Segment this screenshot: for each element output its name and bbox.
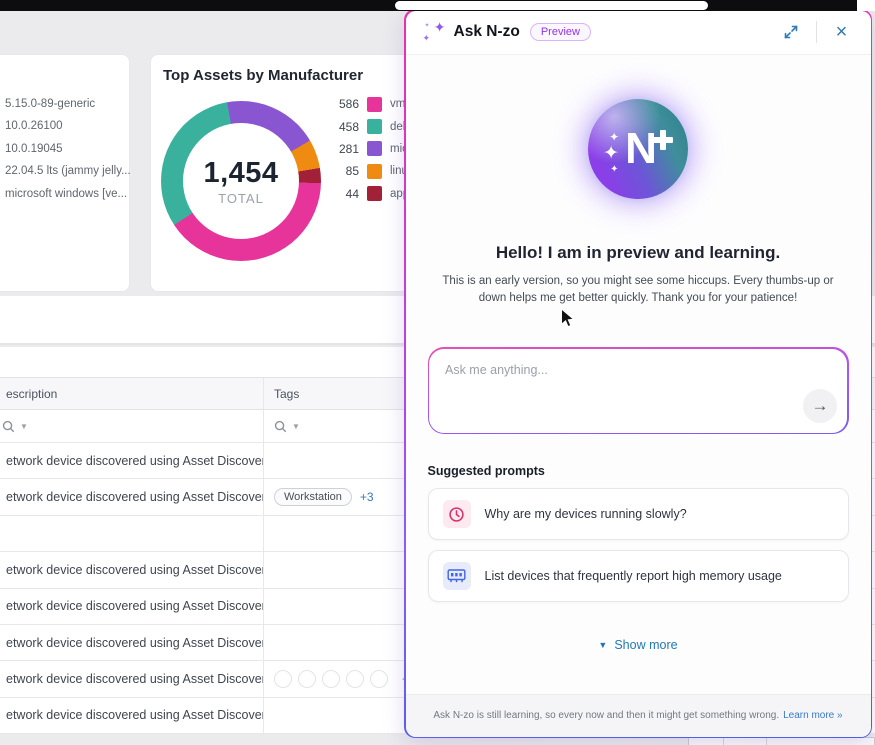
legend-swatch xyxy=(367,163,382,179)
legend-swatch xyxy=(367,141,382,157)
chart-legend: 586 vmw 458 dell i 281 micr 85 linux 44 … xyxy=(331,93,414,205)
footer-disclaimer: Ask N-zo is still learning, so every now… xyxy=(433,710,780,721)
panel-footer: Ask N-zo is still learning, so every now… xyxy=(405,693,871,737)
os-list-item: 22.04.5 lts (jammy jelly... xyxy=(5,165,131,178)
panel-header: ✦ ✦ ✦ Ask N-zo Preview × xyxy=(405,10,871,55)
legend-value: 281 xyxy=(338,141,359,156)
ask-input[interactable] xyxy=(429,348,847,433)
donut-total-label: TOTAL xyxy=(218,190,264,206)
mouse-cursor xyxy=(561,308,575,328)
ask-nzo-panel: ✦ ✦ ✦ Ask N-zo Preview × ✦ ✦ ✦ N Hello! … xyxy=(404,9,872,738)
close-button[interactable]: × xyxy=(829,19,855,45)
legend-row[interactable]: 586 vmw xyxy=(331,93,414,115)
suggested-prompts-label: Suggested prompts xyxy=(427,464,545,478)
os-list-card: 5.15.0-89-generic 10.0.26100 10.0.19045 22.… xyxy=(0,54,131,292)
prompt-text: List devices that frequently report high… xyxy=(484,569,782,583)
chevron-down-icon: ▼ xyxy=(20,421,28,431)
tag-circle xyxy=(274,670,292,689)
os-list-item: 10.0.26100 xyxy=(5,120,63,133)
chevron-down-icon: ▼ xyxy=(598,640,608,650)
arrow-right-icon: → xyxy=(811,395,829,415)
close-icon: × xyxy=(835,21,848,43)
description-cell: etwork device discovered using Asset Dis… xyxy=(6,599,263,614)
legend-value: 44 xyxy=(345,186,359,201)
chart-title: Top Assets by Manufacturer xyxy=(163,67,364,84)
legend-swatch xyxy=(367,96,382,112)
nzo-logo: ✦ ✦ ✦ N xyxy=(603,126,673,174)
tag-pill[interactable]: Workstation xyxy=(274,488,352,507)
legend-value: 586 xyxy=(338,97,359,112)
topbar xyxy=(0,0,875,11)
ask-input-container: → xyxy=(427,347,849,434)
os-list-item: microsoft windows [ve... xyxy=(5,187,128,200)
panel-body: ✦ ✦ ✦ N Hello! I am in preview and learnin… xyxy=(406,98,871,652)
legend-row[interactable]: 44 appl xyxy=(331,183,414,205)
description-cell: etwork device discovered using Asset Dis… xyxy=(6,490,263,505)
description-cell: etwork device discovered using Asset Dis… xyxy=(6,708,263,723)
prompt-card-slow-devices[interactable]: Why are my devices running slowly? xyxy=(427,488,849,540)
tag-circle xyxy=(322,670,340,689)
search-icon xyxy=(274,420,287,432)
learn-more-link[interactable]: Learn more » xyxy=(783,710,842,721)
description-cell: etwork device discovered using Asset Dis… xyxy=(6,672,263,687)
greeting-heading: Hello! I am in preview and learning. xyxy=(495,242,781,262)
tag-more-count[interactable]: +3 xyxy=(360,490,374,504)
header-divider xyxy=(815,21,817,43)
topbar-scrubber[interactable] xyxy=(395,1,708,10)
search-icon xyxy=(2,420,15,432)
preview-badge: Preview xyxy=(529,23,591,41)
chevron-down-icon: ▼ xyxy=(292,421,300,431)
tag-circle xyxy=(298,670,316,689)
topbar-right-fragment xyxy=(857,0,875,11)
screen: 5.15.0-89-generic 10.0.26100 10.0.19045 22.… xyxy=(0,0,875,745)
prompt-card-memory-usage[interactable]: List devices that frequently report high… xyxy=(427,550,849,602)
os-list-item: 10.0.19045 xyxy=(5,142,63,155)
legend-row[interactable]: 85 linux xyxy=(331,160,414,182)
send-button[interactable]: → xyxy=(803,388,837,423)
show-more-label: Show more xyxy=(614,638,678,652)
plus-icon xyxy=(652,129,673,150)
page-number-input[interactable]: 1 xyxy=(723,738,767,745)
prompt-text: Why are my devices running slowly? xyxy=(484,507,687,521)
legend-swatch xyxy=(367,119,382,135)
description-cell: etwork device discovered using Asset Dis… xyxy=(6,453,263,468)
expand-button[interactable] xyxy=(778,19,804,45)
legend-row[interactable]: 458 dell i xyxy=(331,115,414,137)
expand-icon xyxy=(784,25,797,39)
donut-center: 1,454 TOTAL xyxy=(183,123,299,239)
memory-icon xyxy=(442,562,471,590)
clock-icon xyxy=(442,500,471,528)
legend-value: 458 xyxy=(338,119,359,134)
donut-chart[interactable]: 1,454 TOTAL xyxy=(161,101,321,261)
os-list-item: 5.15.0-89-generic xyxy=(5,98,96,110)
description-filter[interactable]: ▼ xyxy=(0,410,263,442)
nzo-avatar: ✦ ✦ ✦ N xyxy=(588,98,688,199)
panel-title: Ask N-zo xyxy=(453,23,520,40)
donut-total-value: 1,454 xyxy=(203,156,279,189)
column-header-description[interactable]: escription xyxy=(0,378,263,409)
greeting-subtext: This is an early version, so you might s… xyxy=(442,274,834,304)
legend-row[interactable]: 281 micr xyxy=(331,138,414,160)
pagination-bar: ‹ 1 of 2 › xyxy=(688,737,875,745)
legend-swatch xyxy=(367,186,382,202)
legend-value: 85 xyxy=(345,164,359,179)
tag-circle xyxy=(346,670,364,689)
sparkles-icon: ✦ ✦ ✦ xyxy=(422,19,446,43)
tag-circle xyxy=(370,670,388,689)
description-cell: etwork device discovered using Asset Dis… xyxy=(6,635,263,650)
description-cell: etwork device discovered using Asset Dis… xyxy=(6,562,263,577)
show-more-button[interactable]: ▼ Show more xyxy=(428,638,849,652)
description-cell xyxy=(0,516,263,551)
